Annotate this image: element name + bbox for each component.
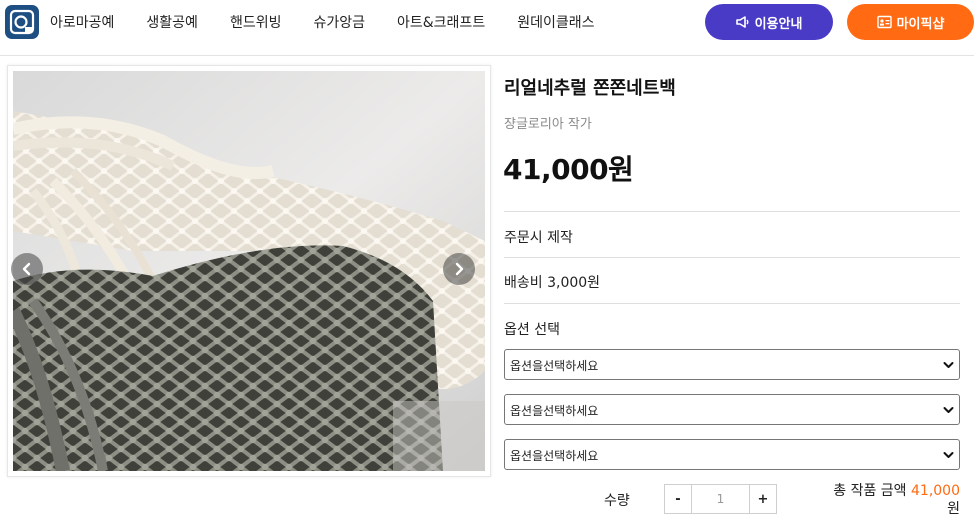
chevron-left-icon xyxy=(22,262,31,276)
product-title: 리얼네추럴 쫀쫀네트백 xyxy=(504,78,676,99)
nav-item-hand-weaving[interactable]: 핸드위빙 xyxy=(230,12,282,32)
chevron-down-icon xyxy=(943,362,954,368)
usage-guide-label: 이용안내 xyxy=(754,16,803,32)
divider xyxy=(504,257,960,258)
top-header: 아로마공예 생활공예 핸드위빙 슈가앙금 아트&크래프트 원데이클래스 이용안내… xyxy=(0,0,974,56)
quantity-increase-button[interactable]: + xyxy=(749,485,776,513)
category-nav: 아로마공예 생활공예 핸드위빙 슈가앙금 아트&크래프트 원데이클래스 xyxy=(50,0,594,44)
product-gallery xyxy=(7,65,491,477)
chevron-down-icon xyxy=(943,452,954,458)
option-heading: 옵션 선택 xyxy=(504,322,560,338)
product-price: 41,000원 xyxy=(503,153,634,186)
artist-name[interactable]: 쟝글로리아 작가 xyxy=(504,113,592,132)
option-select-value: 옵션을선택하세요 xyxy=(510,359,599,373)
quantity-input[interactable]: 1 xyxy=(692,485,749,513)
megaphone-icon xyxy=(735,16,749,28)
option-select-2[interactable]: 옵션을선택하세요 xyxy=(504,394,960,425)
nav-item-oneday-class[interactable]: 원데이클래스 xyxy=(517,12,594,32)
nav-item-living-craft[interactable]: 생활공예 xyxy=(146,12,198,32)
option-select-value: 옵션을선택하세요 xyxy=(510,404,599,418)
quantity-decrease-button[interactable]: - xyxy=(665,485,692,513)
total-amount: 41,000 xyxy=(911,483,960,499)
shipping-fee: 배송비 3,000원 xyxy=(504,275,601,291)
mypick-shop-label: 마이픽샵 xyxy=(896,16,945,32)
chevron-down-icon xyxy=(943,407,954,413)
next-image-button[interactable] xyxy=(443,253,475,285)
product-photo xyxy=(13,71,485,471)
mypick-shop-button[interactable]: 마이픽샵 xyxy=(847,4,974,40)
option-select-3[interactable]: 옵션을선택하세요 xyxy=(504,439,960,470)
usage-guide-button[interactable]: 이용안내 xyxy=(705,4,833,40)
previous-image-button[interactable] xyxy=(11,253,43,285)
total-unit: 원 xyxy=(947,501,960,517)
quantity-stepper: - 1 + xyxy=(664,484,777,514)
total-price: 총 작품 금액 41,000 원 xyxy=(800,482,960,518)
nav-item-sugar-angeum[interactable]: 슈가앙금 xyxy=(313,12,365,32)
quantity-label: 수량 xyxy=(604,493,630,509)
nav-item-aroma[interactable]: 아로마공예 xyxy=(50,12,114,32)
production-info: 주문시 제작 xyxy=(504,230,573,246)
option-select-value: 옵션을선택하세요 xyxy=(510,449,599,463)
option-select-1[interactable]: 옵션을선택하세요 xyxy=(504,349,960,380)
total-label: 총 작품 금액 xyxy=(833,483,907,499)
divider xyxy=(504,211,960,212)
chevron-right-icon xyxy=(455,262,464,276)
id-card-icon xyxy=(876,15,892,29)
nav-item-art-craft[interactable]: 아트&크래프트 xyxy=(397,12,485,32)
divider xyxy=(504,303,960,304)
camera-frame-icon[interactable] xyxy=(5,5,39,39)
